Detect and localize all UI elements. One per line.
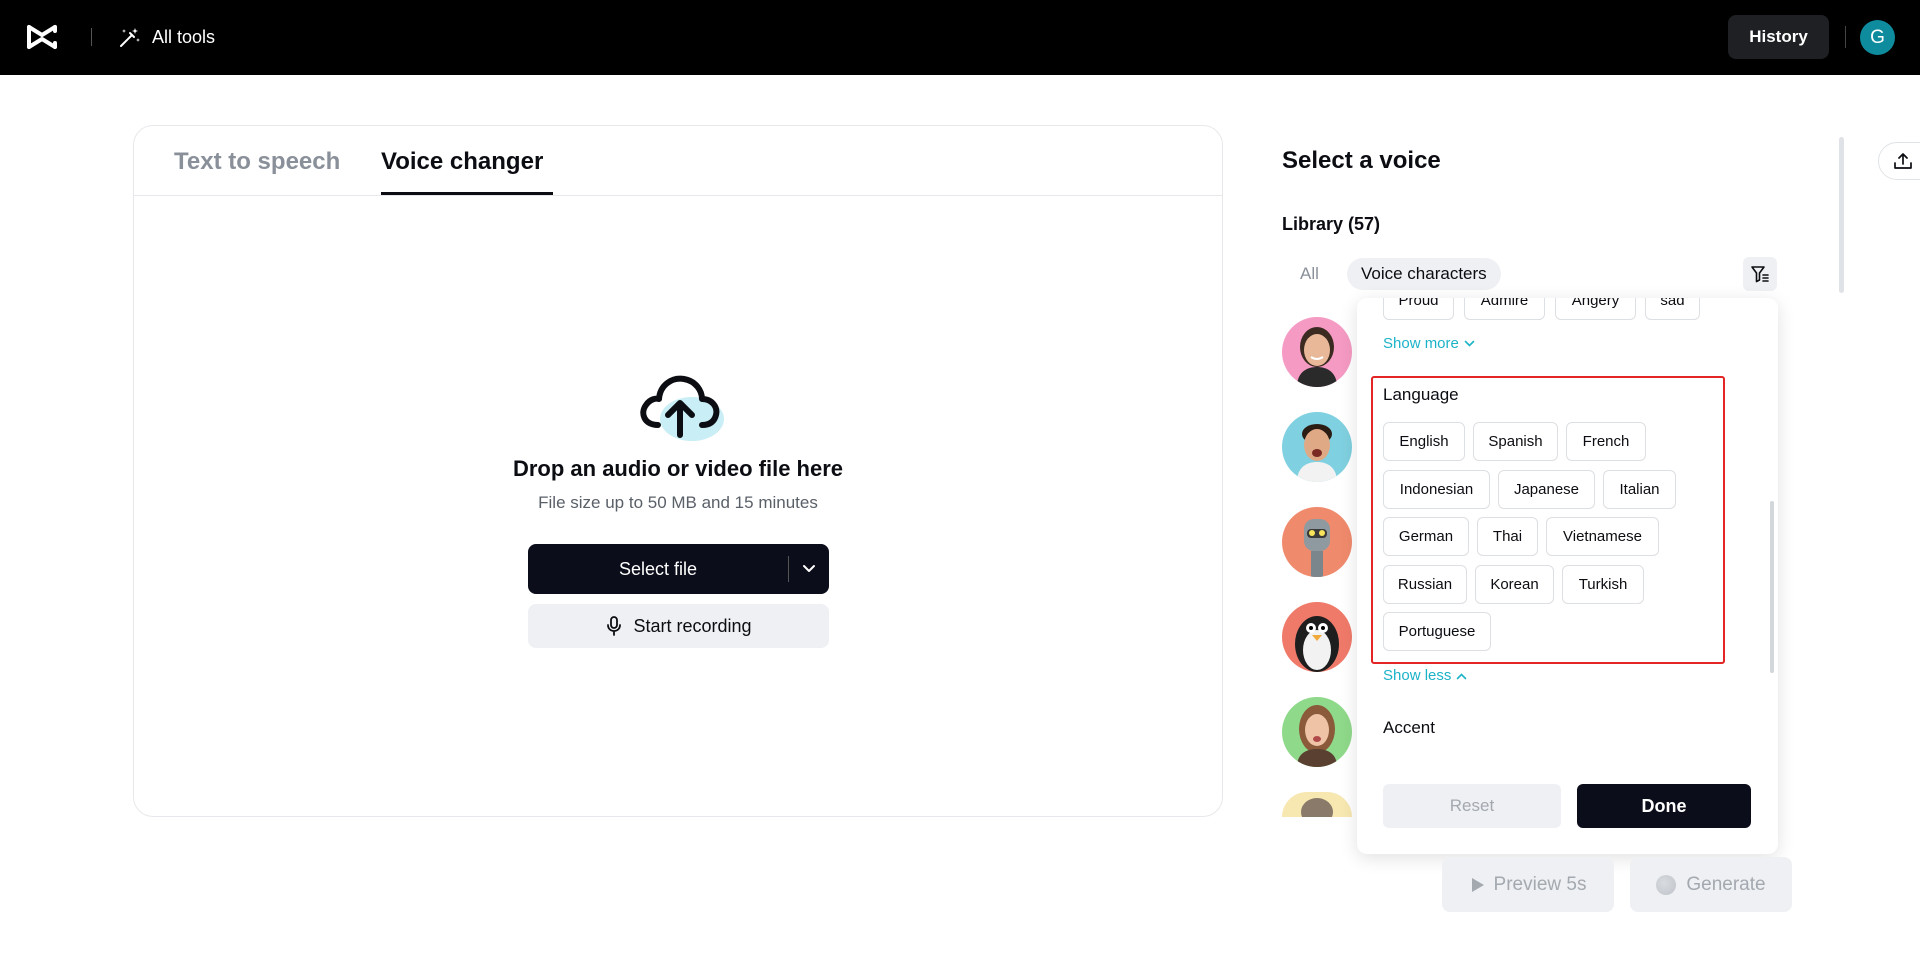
side-upload-button[interactable] [1878,142,1920,180]
top-bar: All tools History G [0,0,1920,75]
language-tag[interactable]: English [1383,422,1465,461]
language-tag[interactable]: Spanish [1473,422,1558,461]
language-tag[interactable]: Japanese [1498,470,1595,509]
language-tag[interactable]: Vietnamese [1546,517,1659,556]
active-tab-indicator [381,192,553,195]
emotion-tag[interactable]: Proud [1383,298,1454,320]
library-label: Library (57) [1282,214,1381,234]
voice-changer-card: Text to speech Voice changer Drop an aud… [133,125,1223,817]
tab-voice-changer[interactable]: Voice changer [381,148,543,176]
tab-text-to-speech[interactable]: Text to speech [174,148,340,176]
accent-section-title: Accent [1383,718,1435,737]
language-tag[interactable]: Turkish [1562,565,1644,604]
preview-button[interactable]: Preview 5s [1442,857,1614,912]
play-icon [1471,877,1484,892]
preview-label: Preview 5s [1493,873,1587,895]
show-less-label: Show less [1383,667,1452,684]
filter-popup-scrollbar[interactable] [1770,501,1774,673]
select-voice-title: Select a voice [1282,147,1441,174]
language-tag[interactable]: Indonesian [1383,470,1490,509]
upload-tray-icon [1894,153,1912,169]
cloud-upload-icon [640,375,724,441]
voice-avatar[interactable] [1282,412,1352,482]
language-tag[interactable]: German [1383,517,1469,556]
generate-label: Generate [1686,873,1766,895]
language-tag[interactable]: French [1566,422,1646,461]
chevron-up-icon [1457,672,1467,679]
show-less-link[interactable]: Show less [1383,667,1467,684]
portrait-icon [1301,798,1333,817]
robot-portrait-icon [1304,519,1330,577]
show-more-label: Show more [1383,335,1459,352]
reset-button[interactable]: Reset [1383,784,1561,828]
voice-avatar[interactable] [1282,507,1352,577]
language-tag[interactable]: Thai [1477,517,1538,556]
show-more-link[interactable]: Show more [1383,335,1475,352]
woman-portrait-icon [1297,327,1337,387]
language-section-title: Language [1383,385,1459,404]
language-tag[interactable]: Russian [1383,565,1467,604]
voice-avatar[interactable] [1282,317,1352,387]
voice-list-scrollbar[interactable] [1839,137,1844,293]
emotion-tag[interactable]: Angery [1555,298,1636,320]
voice-avatar[interactable] [1282,602,1352,672]
woman-portrait-icon [1297,705,1337,767]
all-tools-label: All tools [152,26,216,47]
chevron-down-icon [803,565,815,572]
filter-button[interactable] [1743,257,1777,291]
topbar-divider-right [1845,26,1846,48]
magic-wand-icon [120,28,140,47]
drop-subtitle: File size up to 50 MB and 15 minutes [538,493,818,512]
filter-icon [1751,266,1769,283]
topbar-divider [91,28,92,46]
language-tag[interactable]: Portuguese [1383,612,1491,651]
man-portrait-icon [1297,424,1337,482]
filter-popup-content: Proud Admire Angery sad Show more Langua… [1357,298,1778,760]
start-recording-button[interactable]: Start recording [528,604,829,648]
language-tag[interactable]: Korean [1475,565,1554,604]
voice-avatar[interactable] [1282,792,1352,817]
generate-sparkle-icon [1656,874,1677,895]
penguin-portrait-icon [1295,616,1339,672]
all-tools-button[interactable]: All tools [118,24,215,50]
emotion-tag[interactable]: Admire [1464,298,1545,320]
emotion-tag[interactable]: sad [1645,298,1700,320]
user-avatar[interactable]: G [1860,20,1895,55]
generate-button[interactable]: Generate [1630,857,1792,912]
capcut-logo-icon[interactable] [26,22,58,52]
history-button[interactable]: History [1728,15,1829,59]
select-file-dropdown[interactable] [789,564,829,574]
filter-chip-all[interactable]: All [1300,264,1319,284]
start-recording-label: Start recording [633,615,752,636]
drop-title: Drop an audio or video file here [512,456,844,481]
filter-chip-voice-characters[interactable]: Voice characters [1347,258,1501,290]
language-tag[interactable]: Italian [1603,470,1676,509]
microphone-icon [607,616,622,636]
filter-popup: Proud Admire Angery sad Show more Langua… [1357,298,1778,854]
select-file-button[interactable]: Select file [528,544,829,594]
chevron-down-icon [1464,340,1475,347]
done-button[interactable]: Done [1577,784,1751,828]
voice-avatar[interactable] [1282,697,1352,767]
select-file-label: Select file [618,558,698,579]
tab-bar: Text to speech Voice changer [134,126,1222,196]
